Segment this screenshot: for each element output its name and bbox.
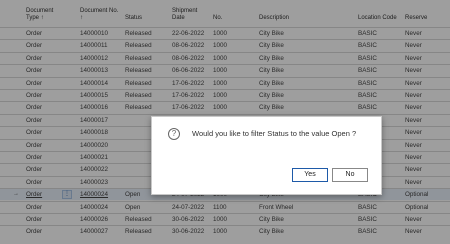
question-icon: ? xyxy=(168,128,180,140)
yes-button[interactable]: Yes xyxy=(292,168,328,182)
no-button[interactable]: No xyxy=(332,168,368,182)
dialog-message: Would you like to filter Status to the v… xyxy=(192,129,357,138)
filter-confirm-dialog: ? Would you like to filter Status to the… xyxy=(151,116,382,195)
